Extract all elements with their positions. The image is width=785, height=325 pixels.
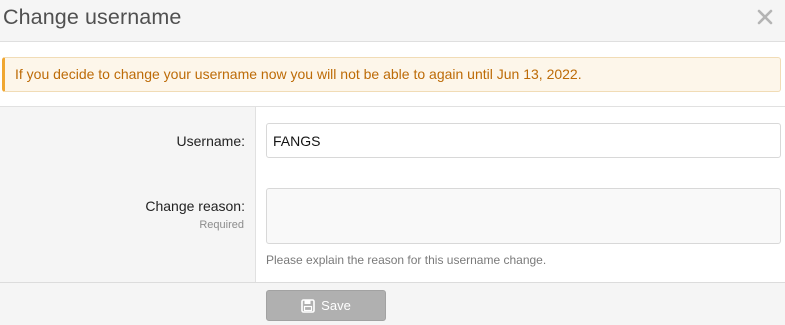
label-column: Username: Change reason: Required [0,107,256,282]
dialog-footer: Save [0,282,785,325]
change-reason-label: Change reason: [145,198,245,214]
form-body: Username: Change reason: Required Please… [0,106,785,282]
close-button[interactable] [752,4,778,30]
change-reason-explain: Please explain the reason for this usern… [266,253,547,267]
save-button[interactable]: Save [266,290,386,321]
warning-notice: If you decide to change your username no… [2,57,781,92]
required-hint: Required [199,219,244,231]
dialog-header: Change username [0,0,785,42]
change-reason-textarea[interactable] [266,188,781,244]
username-input[interactable] [266,123,781,158]
username-label: Username: [176,133,245,149]
save-button-label: Save [321,298,351,313]
close-icon[interactable] [757,9,773,25]
dialog-title: Change username [3,5,182,29]
save-icon [301,298,315,313]
